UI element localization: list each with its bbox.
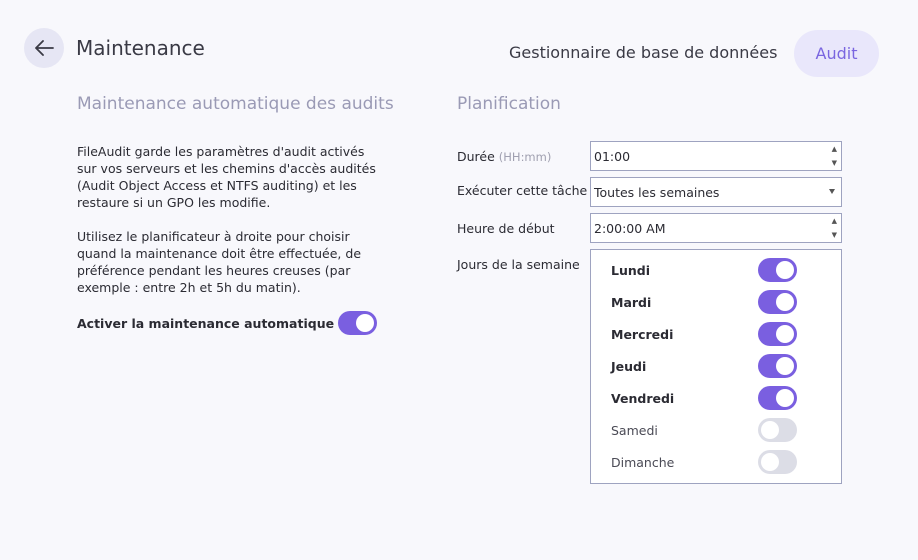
duration-label: Durée (HH:mm) — [457, 149, 551, 164]
start-time-input[interactable]: 2:00:00 AM ▲ ▼ — [590, 213, 842, 243]
toggle-knob — [776, 325, 794, 343]
run-task-select[interactable]: Toutes les semaines — [590, 177, 842, 207]
toggle-knob — [776, 389, 794, 407]
tab-database-manager[interactable]: Gestionnaire de base de données — [509, 43, 777, 62]
day-row-vendredi: Vendredi — [611, 386, 797, 410]
day-toggle-vendredi[interactable] — [758, 386, 797, 410]
back-button[interactable] — [24, 28, 64, 68]
weekdays-label: Jours de la semaine — [457, 257, 580, 272]
day-toggle-jeudi[interactable] — [758, 354, 797, 378]
day-row-jeudi: Jeudi — [611, 354, 797, 378]
auto-maintenance-label: Activer la maintenance automatique — [77, 316, 335, 331]
auto-maintenance-toggle[interactable] — [338, 311, 377, 335]
start-time-spinner[interactable]: ▲ ▼ — [832, 217, 837, 239]
toggle-knob — [761, 453, 779, 471]
caret-down-icon — [829, 189, 835, 194]
caret-up-icon[interactable]: ▲ — [832, 145, 837, 153]
day-label: Vendredi — [611, 390, 675, 406]
day-row-lundi: Lundi — [611, 258, 797, 282]
toggle-knob — [776, 293, 794, 311]
day-toggle-mardi[interactable] — [758, 290, 797, 314]
description-paragraph-2: Utilisez le planificateur à droite pour … — [77, 229, 362, 295]
toggle-knob — [776, 357, 794, 375]
arrow-left-icon — [35, 40, 54, 56]
day-label: Mercredi — [611, 326, 674, 342]
day-label: Samedi — [611, 422, 658, 438]
duration-hint: (HH:mm) — [498, 150, 552, 164]
duration-input[interactable]: 01:00 ▲ ▼ — [590, 141, 842, 171]
day-toggle-lundi[interactable] — [758, 258, 797, 282]
start-time-label: Heure de début — [457, 221, 555, 236]
day-toggle-samedi[interactable] — [758, 418, 797, 442]
planning-title: Planification — [457, 94, 561, 114]
description-paragraph-1: FileAudit garde les paramètres d'audit a… — [77, 144, 376, 210]
day-row-samedi: Samedi — [611, 418, 797, 442]
caret-down-icon[interactable]: ▼ — [832, 231, 837, 239]
duration-value: 01:00 — [594, 148, 631, 164]
duration-label-text: Durée — [457, 149, 495, 164]
day-label: Lundi — [611, 262, 650, 278]
day-toggle-dimanche[interactable] — [758, 450, 797, 474]
day-label: Jeudi — [611, 358, 647, 374]
toggle-knob — [356, 314, 374, 332]
caret-down-icon[interactable]: ▼ — [832, 159, 837, 167]
day-toggle-mercredi[interactable] — [758, 322, 797, 346]
start-time-value: 2:00:00 AM — [594, 220, 666, 236]
day-row-mardi: Mardi — [611, 290, 797, 314]
day-label: Mardi — [611, 294, 652, 310]
page-title: Maintenance — [76, 36, 205, 60]
auto-maintenance-title: Maintenance automatique des audits — [77, 94, 394, 114]
toggle-knob — [761, 421, 779, 439]
day-label: Dimanche — [611, 454, 675, 470]
toggle-knob — [776, 261, 794, 279]
caret-up-icon[interactable]: ▲ — [832, 217, 837, 225]
run-task-label: Exécuter cette tâche — [457, 183, 588, 198]
duration-spinner[interactable]: ▲ ▼ — [832, 145, 837, 167]
weekdays-panel: Lundi Mardi Mercredi Jeudi Vendredi Same… — [590, 249, 842, 484]
run-task-value: Toutes les semaines — [594, 184, 720, 200]
tab-audit[interactable]: Audit — [794, 30, 879, 77]
day-row-mercredi: Mercredi — [611, 322, 797, 346]
day-row-dimanche: Dimanche — [611, 450, 797, 474]
